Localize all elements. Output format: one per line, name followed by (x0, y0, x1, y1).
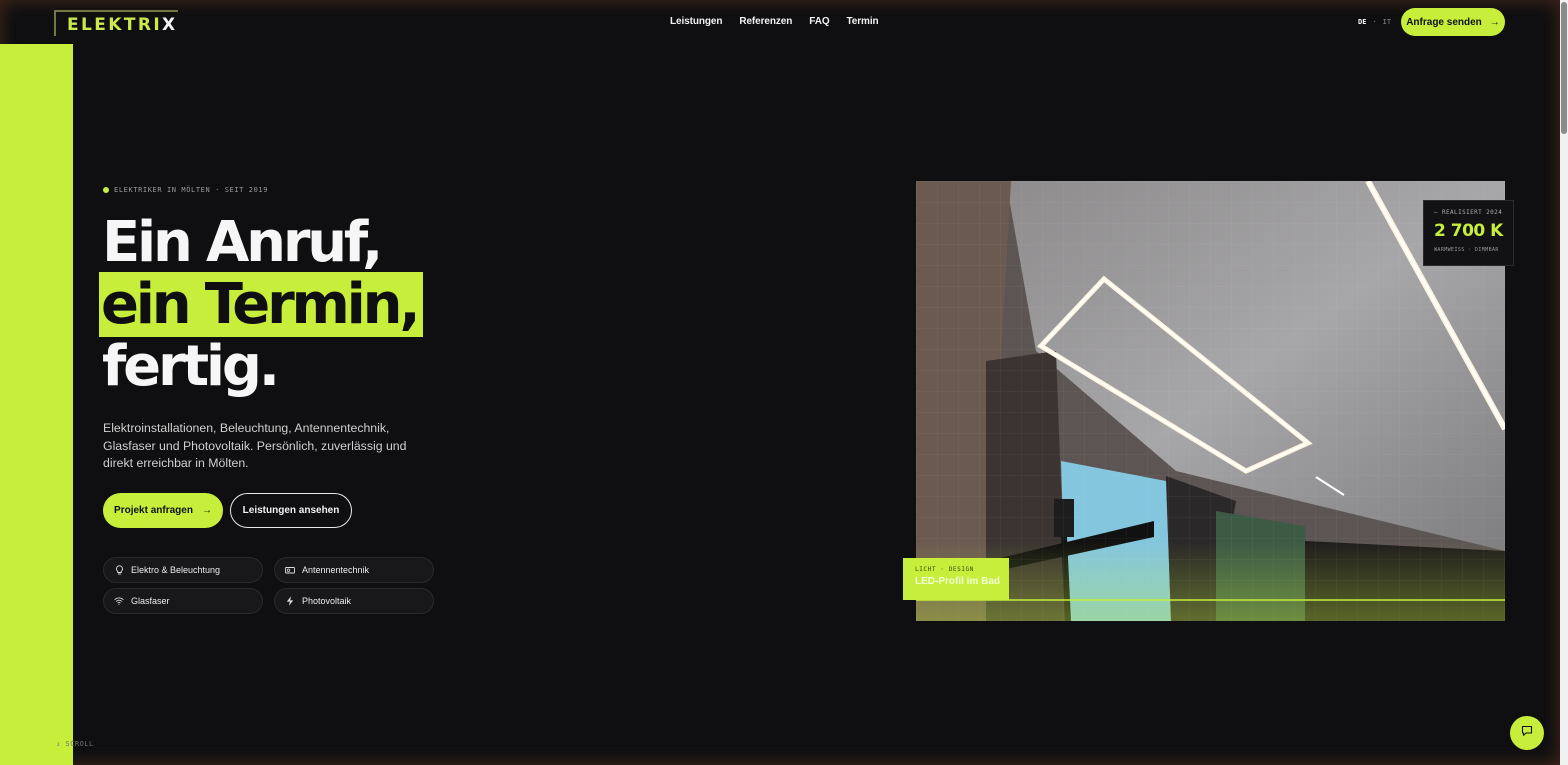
hero-lead: Elektroinstallationen, Beleuchtung, Ante… (103, 421, 407, 470)
showcase-image (916, 181, 1505, 621)
caption-title: LED-Profil im Bad (915, 576, 1001, 587)
request-button[interactable]: Anfrage senden → (1401, 8, 1505, 36)
nav-item-leistungen[interactable]: Leistungen (670, 16, 722, 27)
stat-value: 2 700 K (1434, 221, 1503, 241)
service-chip-photovoltaik[interactable]: Photovoltaik (274, 588, 434, 614)
lightning-icon (285, 596, 295, 606)
hero-title-highlight: ein Termin, (99, 272, 424, 337)
nav-item-referenzen[interactable]: Referenzen (739, 16, 792, 27)
lang-separator: · (1372, 18, 1377, 26)
service-chip-label: Glasfaser (131, 596, 170, 606)
language-switcher: DE · IT (1358, 18, 1391, 26)
stat-card: — REALISIERT 2024 2 700 K WARMWEISS · DI… (1423, 200, 1514, 266)
arrow-right-icon: → (201, 505, 212, 516)
service-chip-label: Elektro & Beleuchtung (131, 565, 221, 575)
wifi-icon (114, 596, 124, 606)
stat-subtitle: WARMWEISS · DIMMBAR (1434, 247, 1499, 253)
main-nav: Leistungen Referenzen FAQ Termin (670, 16, 879, 27)
nav-item-termin[interactable]: Termin (847, 16, 879, 27)
request-button-label: Anfrage senden (1406, 16, 1482, 28)
service-chip-antenne[interactable]: Antennentechnik (274, 557, 434, 583)
lang-de[interactable]: DE (1358, 18, 1366, 26)
chat-bubble-icon (1521, 724, 1533, 742)
service-chip-label: Photovoltaik (302, 596, 352, 606)
caption-eyebrow: LICHT · DESIGN (915, 566, 974, 573)
scrollbar-thumb[interactable] (1561, 2, 1567, 134)
scroll-hint: ↓ SCROLL (56, 740, 94, 748)
page-scrollbar[interactable] (1560, 0, 1568, 765)
project-request-label: Projekt anfragen (114, 505, 193, 516)
page-frame: ELEKTRIX Leistungen Referenzen FAQ Termi… (0, 0, 1560, 765)
status-dot-icon (103, 187, 109, 193)
hero-title: Ein Anruf, ein Termin, fertig. (99, 210, 424, 399)
accent-side-bar (0, 44, 73, 765)
view-services-label: Leistungen ansehen (242, 505, 340, 516)
bathroom-led-photo (916, 181, 1505, 621)
hero-title-line-3: fertig. (102, 334, 280, 399)
stat-eyebrow: — REALISIERT 2024 (1434, 209, 1503, 216)
view-services-button[interactable]: Leistungen ansehen (230, 493, 352, 528)
arrow-right-icon: → (1489, 16, 1500, 28)
service-chip-elektro[interactable]: Elektro & Beleuchtung (103, 557, 263, 583)
antenna-icon (285, 565, 295, 575)
hero-eyebrow: ELEKTRIKER IN MÖLTEN · SEIT 2019 (103, 186, 268, 194)
chat-button[interactable] (1510, 716, 1544, 750)
service-chip-label: Antennentechnik (302, 565, 370, 575)
logo[interactable]: ELEKTRIX (54, 10, 178, 36)
image-caption-tag: LICHT · DESIGN LED-Profil im Bad (903, 558, 1009, 600)
nav-item-faq[interactable]: FAQ (809, 16, 829, 27)
logo-text: ELEKTRIX (67, 15, 178, 35)
lang-it[interactable]: IT (1383, 18, 1391, 26)
hero-title-line-1: Ein Anruf, (102, 210, 383, 275)
service-chip-glasfaser[interactable]: Glasfaser (103, 588, 263, 614)
site-header: ELEKTRIX Leistungen Referenzen FAQ Termi… (0, 0, 1560, 44)
lightbulb-icon (114, 565, 124, 575)
project-request-button[interactable]: Projekt anfragen → (103, 493, 223, 528)
eyebrow-text: ELEKTRIKER IN MÖLTEN · SEIT 2019 (114, 186, 269, 194)
